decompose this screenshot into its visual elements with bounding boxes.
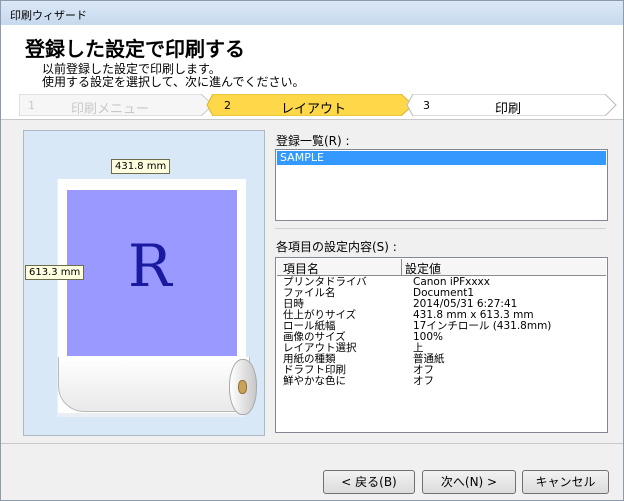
wizard-header: 登録した設定で印刷する 以前登録した設定で印刷します。 使用する設定を選択して、… — [1, 25, 623, 119]
layout-preview: R 431.8 mm 613.3 mm — [23, 130, 265, 436]
preview-letter: R — [128, 232, 172, 300]
header-divider — [1, 119, 623, 120]
wizard-footer: < 戻る(B) 次へ(N) > キャンセル — [1, 444, 623, 500]
detail-column-header: 項目名 設定値 — [277, 259, 606, 276]
row-key: 鮮やかな色に — [283, 375, 346, 387]
step-3-number: 3 — [423, 99, 430, 112]
row-value: オフ — [413, 375, 434, 387]
section-divider — [275, 228, 606, 229]
step-2-number: 2 — [224, 99, 231, 112]
column-header-item[interactable]: 項目名 — [283, 260, 319, 277]
wizard-steps: 1 印刷メニュー 2 レイアウト 3 印刷 — [19, 94, 617, 117]
table-row: 鮮やかな色に オフ — [277, 376, 606, 387]
title-bar: 印刷ウィザード — [1, 1, 623, 25]
list-item-selected[interactable]: SAMPLE — [277, 151, 606, 165]
next-button[interactable]: 次へ(N) > — [422, 470, 516, 494]
step-2-label: レイアウト — [281, 102, 347, 117]
cancel-button[interactable]: キャンセル — [522, 470, 609, 494]
paper-roll — [58, 357, 250, 412]
window-title: 印刷ウィザード — [10, 9, 87, 22]
height-dimension-label: 613.3 mm — [25, 265, 85, 280]
step-3-label: 印刷 — [495, 102, 522, 117]
column-header-value[interactable]: 設定値 — [405, 260, 441, 277]
saved-settings-list[interactable]: SAMPLE — [275, 149, 608, 221]
column-divider[interactable] — [401, 259, 402, 275]
description-line-2: 使用する設定を選択して、次に進んでください。 — [42, 75, 305, 89]
back-button[interactable]: < 戻る(B) — [323, 470, 415, 494]
page-description: 以前登録した設定で印刷します。 使用する設定を選択して、次に進んでください。 — [42, 63, 304, 89]
step-1-number: 1 — [28, 99, 35, 112]
settings-detail-list[interactable]: 項目名 設定値 プリンタドライバ Canon iPFxxxx ファイル名 Docum… — [275, 257, 608, 433]
details-label: 各項目の設定内容(S) : — [276, 240, 397, 254]
saved-list-label: 登録一覧(R) : — [276, 134, 350, 148]
step-1-label: 印刷メニュー — [71, 102, 150, 117]
print-wizard-window: 印刷ウィザード 登録した設定で印刷する 以前登録した設定で印刷します。 使用する… — [0, 0, 624, 501]
page-title: 登録した設定で印刷する — [25, 37, 245, 61]
list-item-label: SAMPLE — [280, 151, 324, 164]
width-dimension-label: 431.8 mm — [111, 159, 171, 174]
roll-core-icon — [238, 380, 247, 394]
detail-rows: プリンタドライバ Canon iPFxxxx ファイル名 Document1 日時 2… — [277, 277, 606, 387]
